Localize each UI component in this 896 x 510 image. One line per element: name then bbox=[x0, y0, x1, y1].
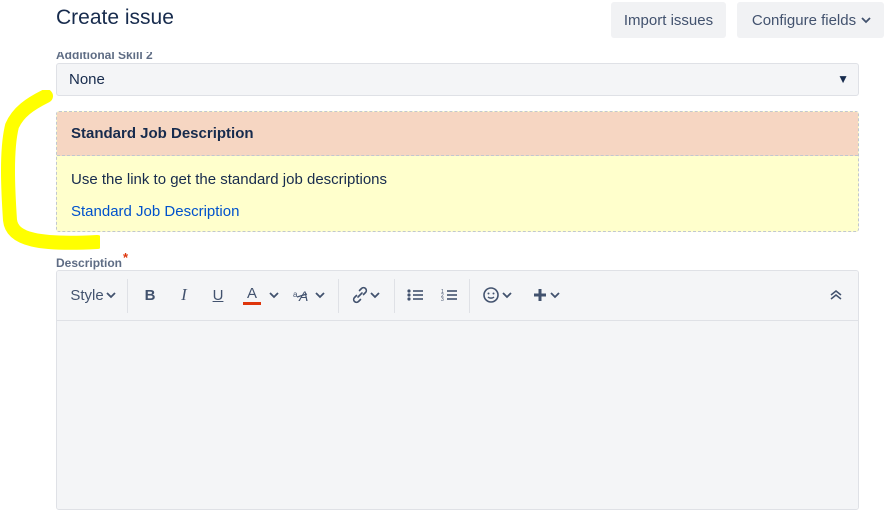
chevron-down-icon bbox=[370, 291, 380, 298]
numbered-list-button[interactable]: 1 2 3 bbox=[438, 283, 460, 307]
clear-format-icon: a A bbox=[293, 288, 308, 303]
bullet-list-button[interactable] bbox=[404, 283, 426, 307]
insert-button[interactable] bbox=[529, 283, 563, 307]
link-icon bbox=[352, 286, 368, 304]
style-label: Style bbox=[70, 286, 104, 304]
page-title: Create issue bbox=[56, 6, 174, 29]
highlighter-annotation bbox=[1, 90, 100, 250]
text-color-bar bbox=[243, 301, 261, 305]
bold-button[interactable]: B bbox=[139, 283, 161, 307]
import-issues-button[interactable]: Import issues bbox=[611, 2, 726, 38]
chevron-down-icon bbox=[502, 291, 512, 298]
chevron-down-icon bbox=[549, 291, 560, 298]
panel-text: Use the link to get the standard job des… bbox=[71, 171, 388, 188]
bullet-list-icon bbox=[407, 289, 423, 301]
additional-skill-value: None bbox=[69, 71, 105, 88]
chevron-down-icon bbox=[315, 291, 325, 298]
dropdown-arrow-icon: ▼ bbox=[837, 72, 849, 86]
job-description-panel: Standard Job Description Use the link to… bbox=[56, 111, 859, 232]
text-color-button[interactable]: A bbox=[241, 283, 263, 307]
svg-text:3: 3 bbox=[441, 297, 444, 302]
underline-button[interactable]: U bbox=[207, 283, 229, 307]
numbered-list-icon: 1 2 3 bbox=[441, 289, 457, 302]
more-formatting-button[interactable]: a A bbox=[291, 283, 327, 307]
editor-toolbar: Style B I U A a A bbox=[57, 271, 858, 321]
additional-skill-select[interactable]: None ▼ bbox=[56, 63, 859, 96]
collapse-toolbar-button[interactable] bbox=[825, 283, 847, 307]
italic-button[interactable]: I bbox=[173, 283, 195, 307]
required-mark: * bbox=[123, 250, 129, 265]
text-color-letter: A bbox=[246, 284, 257, 302]
double-chevron-up-icon bbox=[830, 290, 842, 300]
configure-fields-label: Configure fields bbox=[751, 11, 857, 29]
emoji-icon bbox=[483, 287, 499, 303]
text-color-chevron-icon[interactable] bbox=[267, 283, 281, 307]
description-editor: Style B I U A a A bbox=[56, 270, 859, 510]
plus-icon bbox=[533, 289, 546, 301]
link-button[interactable] bbox=[347, 283, 383, 307]
chevron-down-icon bbox=[861, 13, 871, 27]
style-dropdown[interactable]: Style bbox=[69, 283, 117, 307]
configure-fields-button[interactable]: Configure fields bbox=[737, 2, 884, 38]
chevron-down-icon bbox=[106, 291, 116, 298]
panel-title: Standard Job Description bbox=[57, 112, 858, 156]
description-text-area[interactable] bbox=[57, 321, 858, 509]
additional-skill-label: Additional Skill 2 bbox=[56, 52, 153, 62]
emoji-button[interactable] bbox=[480, 283, 514, 307]
svg-text:a: a bbox=[293, 290, 298, 299]
